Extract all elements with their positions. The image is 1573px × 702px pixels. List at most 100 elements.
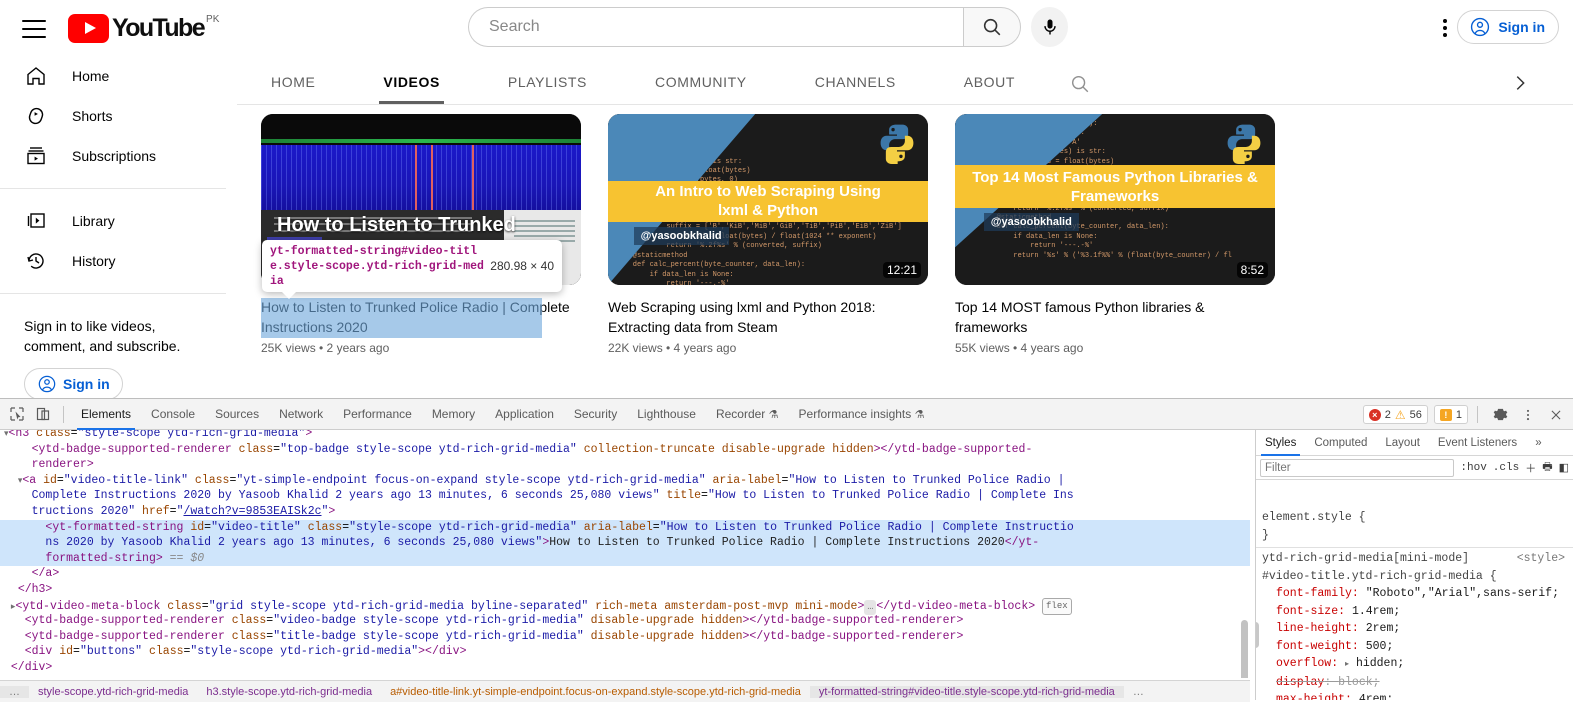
css-property-value[interactable]: 500;	[1366, 640, 1394, 653]
styles-tab-styles[interactable]: Styles	[1256, 430, 1305, 456]
video-card[interactable]: def format_bytes(bytes): if bytes is Non…	[955, 114, 1275, 355]
channel-search-icon[interactable]	[1069, 73, 1091, 100]
css-rule-block[interactable]: ytd-rich-grid-media[mini-mode]<style> #v…	[1256, 548, 1573, 700]
sidebar-item-shorts[interactable]: Shorts	[0, 96, 226, 136]
dom-line[interactable]: <ytd-badge-supported-renderer class="vid…	[0, 613, 1250, 629]
device-toolbar-icon[interactable]	[30, 401, 56, 427]
new-style-rule-icon[interactable]: ＋	[1525, 460, 1536, 476]
hov-toggle[interactable]: :hov	[1460, 462, 1486, 474]
css-declaration[interactable]: font-family: "Roboto","Arial",sans-serif…	[1262, 585, 1573, 603]
styles-tab-layout[interactable]: Layout	[1376, 430, 1429, 456]
css-property-value[interactable]: block;	[1338, 676, 1379, 689]
devtools-tab-recorder[interactable]: Recorder ⚗	[706, 399, 789, 430]
video-title[interactable]: How to Listen to Trunked Police Radio | …	[261, 297, 581, 337]
devtools-tab-network[interactable]: Network	[269, 399, 333, 430]
print-media-icon[interactable]: 🖶	[1542, 458, 1552, 477]
devtools-tab-security[interactable]: Security	[564, 399, 627, 430]
chevron-right-icon[interactable]	[1509, 72, 1531, 99]
devtools-kebab-icon[interactable]	[1515, 402, 1541, 428]
dom-line[interactable]: Complete Instructions 2020 by Yasoob Kha…	[0, 488, 1250, 504]
devtools-tab-elements[interactable]: Elements	[71, 399, 141, 430]
devtools-tab-performance[interactable]: Performance	[333, 399, 422, 430]
cls-toggle[interactable]: .cls	[1493, 462, 1519, 474]
video-title[interactable]: Top 14 MOST famous Python libraries & fr…	[955, 297, 1275, 337]
video-thumbnail[interactable]: @staticmethod def format_bytes(bytes): i…	[608, 114, 928, 285]
devtools-tab-application[interactable]: Application	[485, 399, 564, 430]
sidebar-item-library[interactable]: Library	[0, 201, 226, 241]
search-button[interactable]	[963, 7, 1022, 47]
css-property-value[interactable]: 1.4rem;	[1352, 605, 1400, 618]
close-devtools-icon[interactable]	[1543, 402, 1569, 428]
css-declaration-overridden[interactable]: display: block;	[1262, 674, 1573, 692]
youtube-logo[interactable]: YouTube PK	[68, 13, 219, 43]
css-declaration[interactable]: line-height: 2rem;	[1262, 620, 1573, 638]
devtools-tab-sources[interactable]: Sources	[205, 399, 269, 430]
sidebar-item-history[interactable]: History	[0, 241, 226, 281]
styles-tab-more-icon[interactable]: »	[1526, 430, 1550, 456]
tab-channels[interactable]: CHANNELS	[815, 62, 896, 103]
dom-tree[interactable]: ▾<h3 class="style-scope ytd-rich-grid-me…	[0, 430, 1250, 678]
styles-filter-input[interactable]	[1260, 459, 1454, 477]
devtools-tab-lighthouse[interactable]: Lighthouse	[627, 399, 706, 430]
dom-line-selected[interactable]: formatted-string> == $0	[0, 551, 1250, 567]
css-rule-source[interactable]: <style>	[1517, 550, 1573, 568]
styles-panel-scroll-handle[interactable]	[1256, 622, 1259, 648]
inspect-element-icon[interactable]	[4, 401, 30, 427]
element-style-rule[interactable]: element.style { }	[1256, 507, 1573, 548]
css-property-value[interactable]: "Roboto","Arial",sans-serif;	[1366, 587, 1559, 600]
css-declaration[interactable]: font-weight: 500;	[1262, 638, 1573, 656]
promo-sign-in-button[interactable]: Sign in	[24, 368, 123, 398]
tab-about[interactable]: ABOUT	[964, 62, 1015, 103]
video-card[interactable]: How to Listen to Trunked Police Radio us…	[261, 114, 581, 355]
disclosure-triangle-icon[interactable]: ▸	[1345, 660, 1349, 669]
hamburger-menu-icon[interactable]	[20, 14, 48, 42]
search-box[interactable]	[468, 7, 963, 47]
sidebar-item-home[interactable]: Home	[0, 56, 226, 96]
breadcrumb-item[interactable]: h3.style-scope.ytd-rich-grid-media	[197, 686, 381, 698]
sidebar-item-subscriptions[interactable]: Subscriptions	[0, 136, 226, 176]
breadcrumb-item[interactable]: …	[1124, 686, 1153, 698]
dom-line[interactable]: tructions 2020" href="/watch?v=9853EAISk…	[0, 504, 1250, 520]
dom-line[interactable]: </a>	[0, 566, 1250, 582]
tab-community[interactable]: COMMUNITY	[655, 62, 747, 103]
tab-home[interactable]: HOME	[271, 62, 315, 103]
devtools-tab-performance-insights[interactable]: Performance insights ⚗	[789, 399, 935, 430]
dom-line[interactable]: ▾<a id="video-title-link" class="yt-simp…	[0, 473, 1250, 489]
styles-tab-event-listeners[interactable]: Event Listeners	[1429, 430, 1526, 456]
breadcrumb-item[interactable]: …	[0, 686, 29, 698]
devtools-tab-console[interactable]: Console	[141, 399, 205, 430]
devtools-tab-memory[interactable]: Memory	[422, 399, 485, 430]
settings-gear-icon[interactable]	[1487, 402, 1513, 428]
dom-line[interactable]: ▾<h3 class="style-scope ytd-rich-grid-me…	[0, 430, 1250, 442]
dom-tree-scrollbar[interactable]	[1241, 620, 1248, 678]
error-warning-counters[interactable]: × 2 ⚠ 56	[1363, 405, 1428, 424]
computed-sidebar-toggle-icon[interactable]: ◧	[1559, 461, 1569, 475]
dom-line[interactable]: </h3>	[0, 582, 1250, 598]
video-card[interactable]: @staticmethod def format_bytes(bytes): i…	[608, 114, 928, 355]
tab-videos[interactable]: VIDEOS	[383, 62, 440, 103]
breadcrumb-item-selected[interactable]: yt-formatted-string#video-title.style-sc…	[810, 686, 1124, 698]
video-thumbnail[interactable]: def format_bytes(bytes): if bytes is Non…	[955, 114, 1275, 285]
flex-badge[interactable]: flex	[1042, 598, 1072, 616]
css-declaration[interactable]: max-height: 4rem;	[1262, 691, 1573, 700]
video-title[interactable]: Web Scraping using lxml and Python 2018:…	[608, 297, 928, 337]
dom-line-selected[interactable]: <yt-formatted-string id="video-title" cl…	[0, 520, 1250, 536]
voice-search-button[interactable]	[1031, 7, 1068, 47]
search-input[interactable]	[487, 17, 939, 37]
dom-line[interactable]: <div id="buttons" class="style-scope ytd…	[0, 644, 1250, 660]
css-property-value[interactable]: 4rem;	[1359, 693, 1394, 700]
styles-tab-computed[interactable]: Computed	[1305, 430, 1376, 456]
breadcrumb-item[interactable]: a#video-title-link.yt-simple-endpoint.fo…	[381, 686, 810, 698]
css-property-value[interactable]: hidden;	[1356, 657, 1404, 670]
dom-line[interactable]: ▸<ytd-video-meta-block class="grid style…	[0, 598, 1250, 614]
dom-line[interactable]: </div>	[0, 660, 1250, 676]
css-declaration[interactable]: overflow: ▸ hidden;	[1262, 655, 1573, 674]
dom-line[interactable]: renderer>	[0, 457, 1250, 473]
breadcrumb-item[interactable]: style-scope.ytd-rich-grid-media	[29, 686, 197, 698]
sign-in-button[interactable]: Sign in	[1457, 10, 1559, 44]
issues-counter[interactable]: ! 1	[1434, 405, 1468, 424]
dom-line-selected[interactable]: ns 2020 by Yasoob Khalid 2 years ago 13 …	[0, 535, 1250, 551]
dom-line[interactable]: <ytd-badge-supported-renderer class="top…	[0, 442, 1250, 458]
dom-line[interactable]: <ytd-badge-supported-renderer class="tit…	[0, 629, 1250, 645]
css-property-value[interactable]: 2rem;	[1366, 622, 1401, 635]
